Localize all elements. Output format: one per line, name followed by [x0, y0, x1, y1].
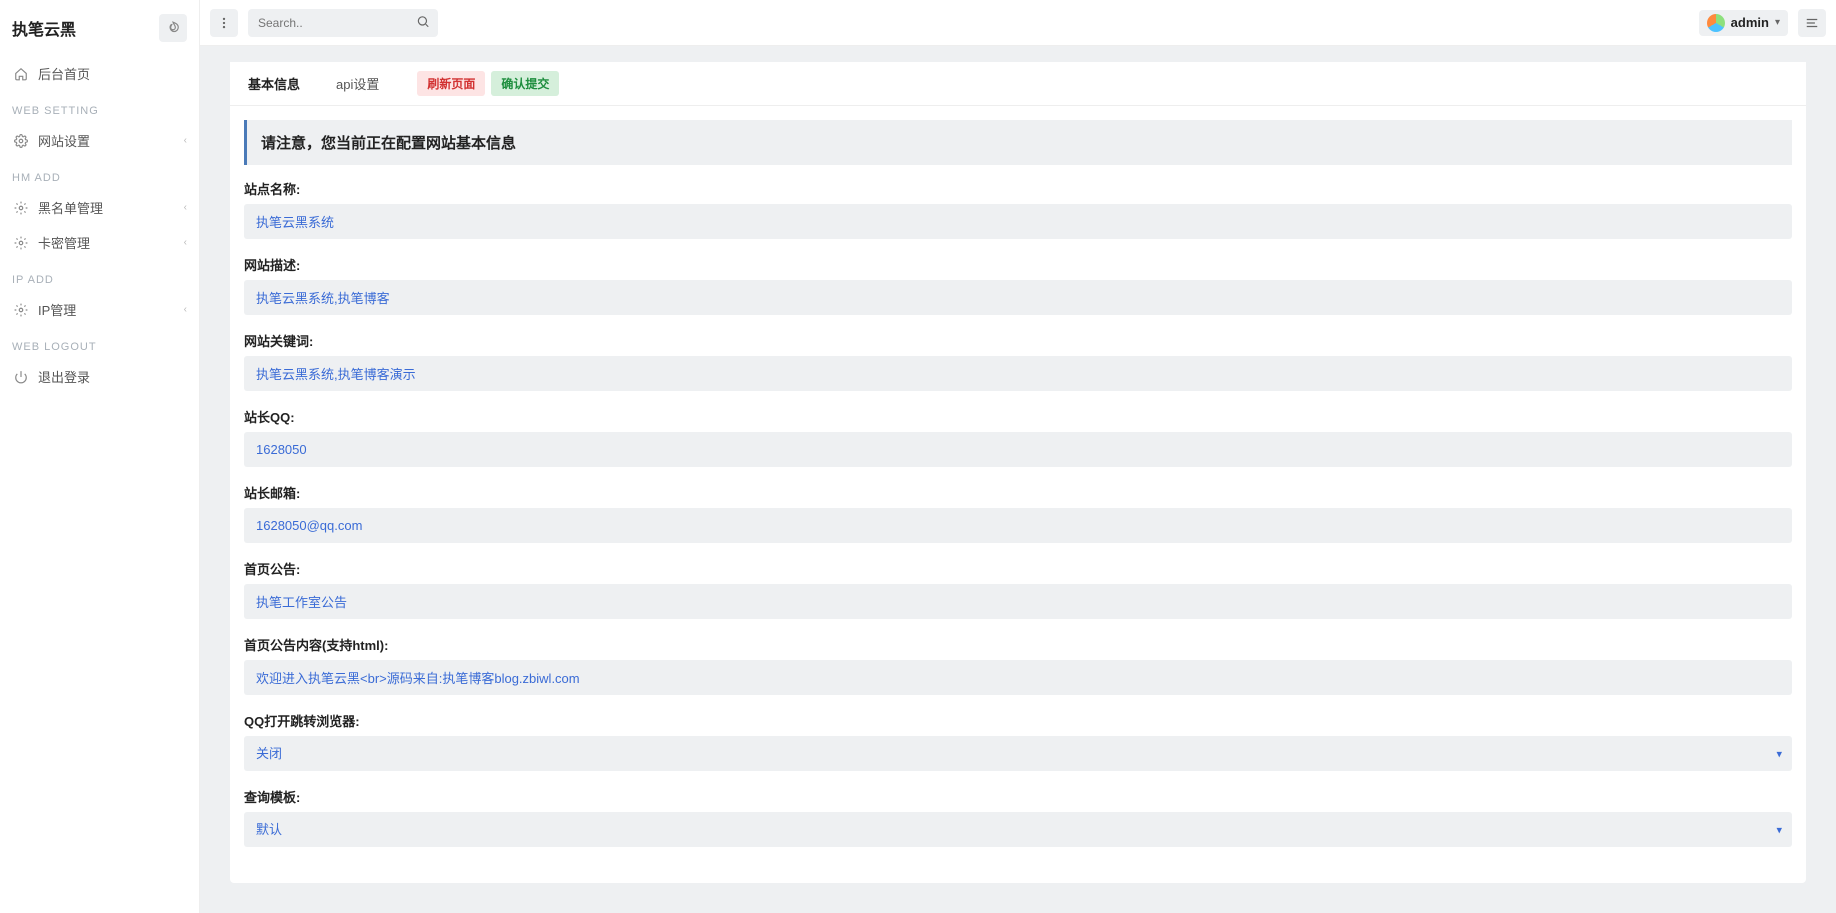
- label-query-tpl: 查询模板:: [244, 787, 1792, 806]
- search-input[interactable]: [248, 9, 438, 37]
- tab-api-settings[interactable]: api设置: [318, 62, 397, 105]
- topbar: admin ▾: [200, 0, 1836, 46]
- nav-group-title: WEB SETTING: [0, 91, 199, 123]
- nav-item-label: 退出登录: [38, 367, 187, 386]
- input-site-keywords[interactable]: [244, 356, 1792, 391]
- layout-toggle-button[interactable]: [1798, 9, 1826, 37]
- gear-icon: [12, 201, 30, 215]
- nav-home[interactable]: 后台首页: [0, 56, 199, 91]
- gear-icon: [12, 134, 30, 148]
- label-qq-jump: QQ打开跳转浏览器:: [244, 711, 1792, 730]
- input-admin-email[interactable]: [244, 508, 1792, 543]
- tabs: 基本信息 api设置 刷新页面 确认提交: [230, 62, 1806, 106]
- avatar: [1707, 14, 1725, 32]
- nav-item-label: IP管理: [38, 300, 184, 319]
- search-wrap: [248, 9, 438, 37]
- chevron-left-icon: ‹: [184, 237, 187, 248]
- input-home-notice-content[interactable]: [244, 660, 1792, 695]
- select-query-tpl[interactable]: 默认: [244, 812, 1792, 847]
- search-icon: [416, 14, 430, 31]
- chevron-left-icon: ‹: [184, 135, 187, 146]
- brand-title: 执笔云黑: [12, 16, 76, 40]
- gear-icon: [12, 236, 30, 250]
- label-site-desc: 网站描述:: [244, 255, 1792, 274]
- refresh-button[interactable]: 刷新页面: [417, 71, 485, 96]
- input-home-notice[interactable]: [244, 584, 1792, 619]
- menu-toggle-button[interactable]: [210, 9, 238, 37]
- nav-group-title: HM ADD: [0, 158, 199, 190]
- settings-form: 站点名称: 网站描述: 网站关键词: 站长QQ:: [230, 179, 1806, 883]
- label-home-notice-content: 首页公告内容(支持html):: [244, 635, 1792, 654]
- notice-banner: 请注意，您当前正在配置网站基本信息: [244, 120, 1792, 165]
- label-admin-qq: 站长QQ:: [244, 407, 1792, 426]
- submit-button[interactable]: 确认提交: [491, 71, 559, 96]
- label-home-notice: 首页公告:: [244, 559, 1792, 578]
- brand: 执笔云黑: [0, 0, 199, 56]
- nav-item-label: 卡密管理: [38, 233, 184, 252]
- tab-basic-info[interactable]: 基本信息: [230, 62, 318, 105]
- nav-card-secret[interactable]: 卡密管理 ‹: [0, 225, 199, 260]
- nav-logout[interactable]: 退出登录: [0, 359, 199, 394]
- label-admin-email: 站长邮箱:: [244, 483, 1792, 502]
- nav-home-label: 后台首页: [38, 64, 187, 83]
- nav-item-label: 网站设置: [38, 131, 184, 150]
- chevron-down-icon: ▾: [1775, 17, 1780, 28]
- home-icon: [12, 67, 30, 81]
- user-menu[interactable]: admin ▾: [1699, 10, 1788, 36]
- input-site-desc[interactable]: [244, 280, 1792, 315]
- sidebar: 执笔云黑 后台首页 WEB SETTING 网站设置 ‹ HM ADD 黑名单管…: [0, 0, 200, 913]
- flame-icon: [159, 14, 187, 42]
- chevron-left-icon: ‹: [184, 304, 187, 315]
- input-site-name[interactable]: [244, 204, 1792, 239]
- chevron-left-icon: ‹: [184, 202, 187, 213]
- input-admin-qq[interactable]: [244, 432, 1792, 467]
- label-site-name: 站点名称:: [244, 179, 1792, 198]
- nav-group-title: WEB LOGOUT: [0, 327, 199, 359]
- user-name: admin: [1731, 15, 1769, 30]
- gear-icon: [12, 303, 30, 317]
- power-icon: [12, 370, 30, 384]
- content: 基本信息 api设置 刷新页面 确认提交 请注意，您当前正在配置网站基本信息 站…: [200, 46, 1836, 913]
- label-site-keywords: 网站关键词:: [244, 331, 1792, 350]
- select-qq-jump[interactable]: 关闭: [244, 736, 1792, 771]
- nav-item-label: 黑名单管理: [38, 198, 184, 217]
- nav-blacklist[interactable]: 黑名单管理 ‹: [0, 190, 199, 225]
- nav-group-title: IP ADD: [0, 260, 199, 292]
- nav-site-settings[interactable]: 网站设置 ‹: [0, 123, 199, 158]
- nav-ip-management[interactable]: IP管理 ‹: [0, 292, 199, 327]
